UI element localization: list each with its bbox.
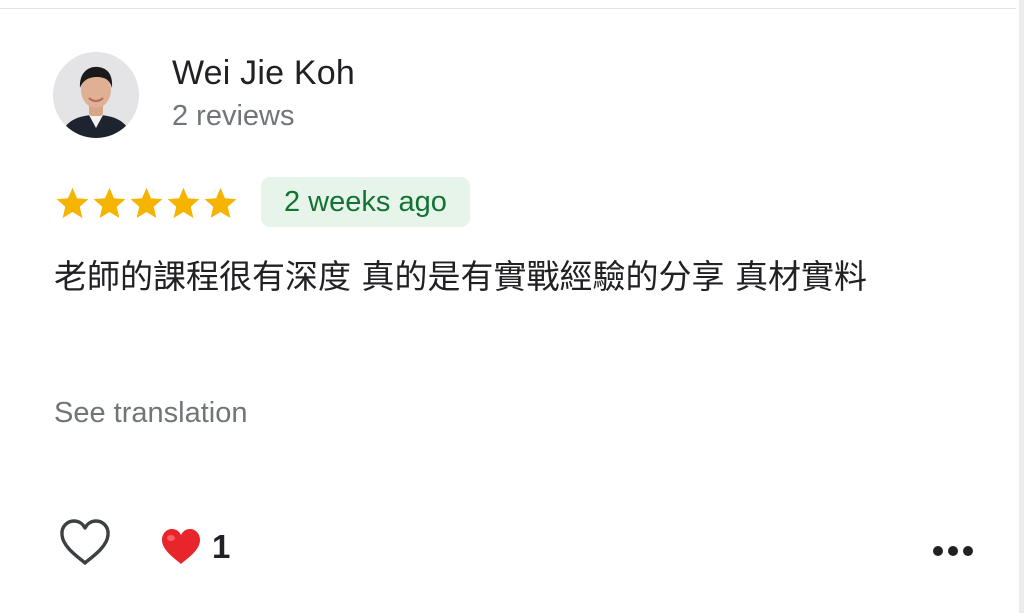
avatar[interactable] [53, 52, 139, 138]
more-horizontal-icon [933, 546, 973, 556]
heart-outline-icon [60, 519, 110, 565]
reviewer-name[interactable]: Wei Jie Koh [172, 53, 355, 93]
scroll-edge [1019, 0, 1024, 613]
star-icon [202, 185, 239, 222]
review-card: Wei Jie Koh 2 reviews 2 weeks ago 老師的課程很… [0, 9, 1019, 613]
like-button[interactable] [57, 517, 113, 569]
avatar-portrait-icon [53, 52, 139, 138]
star-icon [128, 185, 165, 222]
review-date-badge: 2 weeks ago [261, 177, 470, 227]
star-icon [165, 185, 202, 222]
review-text: 老師的課程很有深度 真的是有實戰經驗的分享 真材實料 [54, 257, 867, 296]
reviewer-review-count: 2 reviews [172, 100, 295, 132]
reaction-count: 1 [212, 528, 231, 565]
see-translation-link[interactable]: See translation [54, 395, 247, 431]
star-icon [54, 185, 91, 222]
star-rating [54, 183, 239, 223]
red-heart-icon [160, 527, 202, 567]
reaction-summary[interactable]: 1 [160, 524, 230, 570]
more-options-button[interactable] [925, 531, 981, 571]
star-icon [91, 185, 128, 222]
